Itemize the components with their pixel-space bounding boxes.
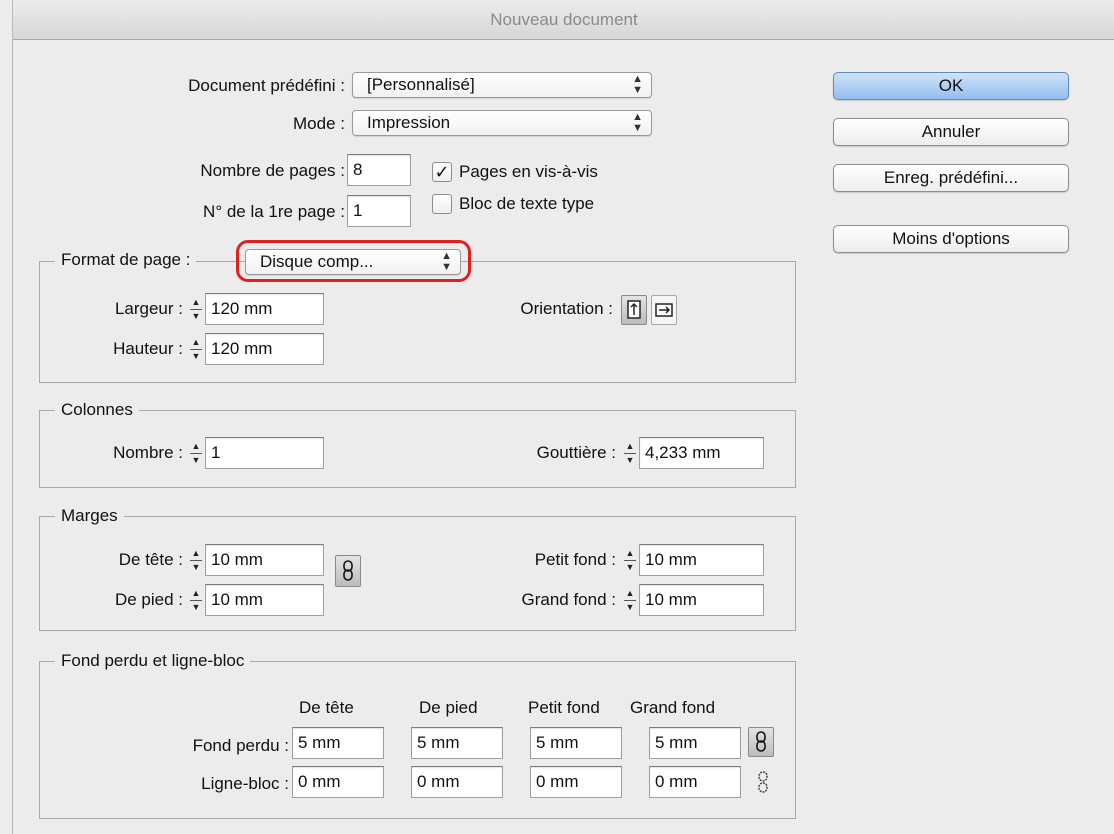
margin-top-field[interactable]: 10 mm [205,544,324,576]
bleed-slug-title: Fond perdu et ligne-bloc [55,650,251,672]
chain-link-icon [756,731,766,752]
pages-count-field[interactable]: 8 [347,154,411,186]
margin-top-stepper[interactable]: ▲ ▼ [187,544,205,576]
up-arrow-icon: ▲ [191,336,201,347]
bleed-top-field[interactable]: 5 mm [292,727,384,759]
height-field[interactable]: 120 mm [205,333,324,365]
save-preset-button[interactable]: Enreg. prédéfini... [833,164,1069,192]
portrait-orientation-button[interactable] [621,295,647,325]
bleed-inside-field[interactable]: 5 mm [530,727,622,759]
highlight-annotation [236,240,471,282]
gutter-label: Gouttière : [536,443,616,462]
slug-outside-field[interactable]: 0 mm [649,766,741,798]
down-arrow-icon: ▼ [191,310,201,321]
margins-title: Marges [55,505,124,527]
width-label: Largeur : [114,299,183,318]
columns-number-stepper[interactable]: ▲ ▼ [187,437,205,469]
window-title: Nouveau document [13,0,1114,40]
gutter-stepper[interactable]: ▲ ▼ [621,437,639,469]
margin-outside-stepper[interactable]: ▲ ▼ [621,584,639,616]
mode-select[interactable]: Impression ▲ ▼ [352,110,652,136]
portrait-icon [627,300,641,319]
landscape-icon [655,303,673,317]
orientation-label: Orientation : [520,299,613,318]
first-page-label: N° de la 1re page : [203,202,345,221]
master-text-frame-checkbox[interactable] [432,194,452,214]
columns-title: Colonnes [55,399,139,421]
page-format-label: Format de page : [55,249,197,271]
select-arrows-icon: ▲ ▼ [632,73,643,96]
bleed-bottom-field[interactable]: 5 mm [411,727,503,759]
facing-pages-checkbox[interactable]: ✓ [432,162,452,182]
margin-inside-label: Petit fond : [534,550,616,569]
up-arrow-icon: ▲ [625,587,635,598]
down-arrow-icon: ▼ [625,454,635,465]
down-arrow-icon: ▼ [191,601,201,612]
pages-count-label: Nombre de pages : [200,161,345,180]
width-field[interactable]: 120 mm [205,293,324,325]
margin-inside-stepper[interactable]: ▲ ▼ [621,544,639,576]
margin-outside-field[interactable]: 10 mm [639,584,764,616]
bleed-header-inside: Petit fond [528,698,600,717]
height-stepper[interactable]: ▲ ▼ [187,333,205,365]
slug-top-field[interactable]: 0 mm [292,766,384,798]
up-arrow-icon: ▲ [191,587,201,598]
bleed-header-bottom: De pied [419,698,478,717]
slug-bottom-field[interactable]: 0 mm [411,766,503,798]
margin-inside-field[interactable]: 10 mm [639,544,764,576]
down-arrow-icon: ▼ [625,561,635,572]
preset-value: [Personnalisé] [367,75,475,94]
fewer-options-button[interactable]: Moins d'options [833,225,1069,253]
first-page-field[interactable]: 1 [347,195,411,227]
link-margins-button[interactable] [335,555,361,587]
height-label: Hauteur : [113,339,183,358]
margin-bottom-label: De pied : [114,590,183,609]
bleed-header-outside: Grand fond [630,698,716,717]
slug-label: Ligne-bloc : [201,774,289,793]
broken-chain-link-icon [758,771,768,793]
down-arrow-icon: ▼ [191,350,201,361]
master-text-frame-label: Bloc de texte type [459,194,595,213]
up-arrow-icon: ▲ [625,440,635,451]
chain-link-icon [343,560,353,581]
landscape-orientation-button[interactable] [651,295,677,325]
mode-value: Impression [367,113,451,132]
link-slug-button[interactable] [752,769,774,795]
bleed-label: Fond perdu : [192,736,289,755]
down-arrow-icon: ▼ [625,601,635,612]
select-arrows-icon: ▲ ▼ [632,111,643,134]
down-arrow-icon: ▼ [191,561,201,572]
margin-bottom-stepper[interactable]: ▲ ▼ [187,584,205,616]
margin-top-label: De tête : [118,550,183,569]
ok-button[interactable]: OK [833,72,1069,100]
preset-select[interactable]: [Personnalisé] ▲ ▼ [352,72,652,98]
up-arrow-icon: ▲ [191,296,201,307]
gutter-field[interactable]: 4,233 mm [639,437,764,469]
up-arrow-icon: ▲ [191,440,201,451]
columns-number-label: Nombre : [113,443,183,462]
up-arrow-icon: ▲ [191,547,201,558]
up-arrow-icon: ▲ [625,547,635,558]
preset-label: Document prédéfini : [188,76,345,95]
new-document-dialog: Nouveau document Document prédéfini : [P… [12,0,1114,834]
margin-bottom-field[interactable]: 10 mm [205,584,324,616]
bleed-header-top: De tête [299,698,354,717]
margin-outside-label: Grand fond : [521,590,616,609]
slug-inside-field[interactable]: 0 mm [530,766,622,798]
facing-pages-label: Pages en vis-à-vis [459,162,598,181]
down-arrow-icon: ▼ [191,454,201,465]
width-stepper[interactable]: ▲ ▼ [187,293,205,325]
link-bleed-button[interactable] [748,727,774,757]
bleed-outside-field[interactable]: 5 mm [649,727,741,759]
columns-number-field[interactable]: 1 [205,437,324,469]
checkmark-icon: ✓ [434,162,450,182]
cancel-button[interactable]: Annuler [833,118,1069,146]
mode-label: Mode : [293,114,345,133]
